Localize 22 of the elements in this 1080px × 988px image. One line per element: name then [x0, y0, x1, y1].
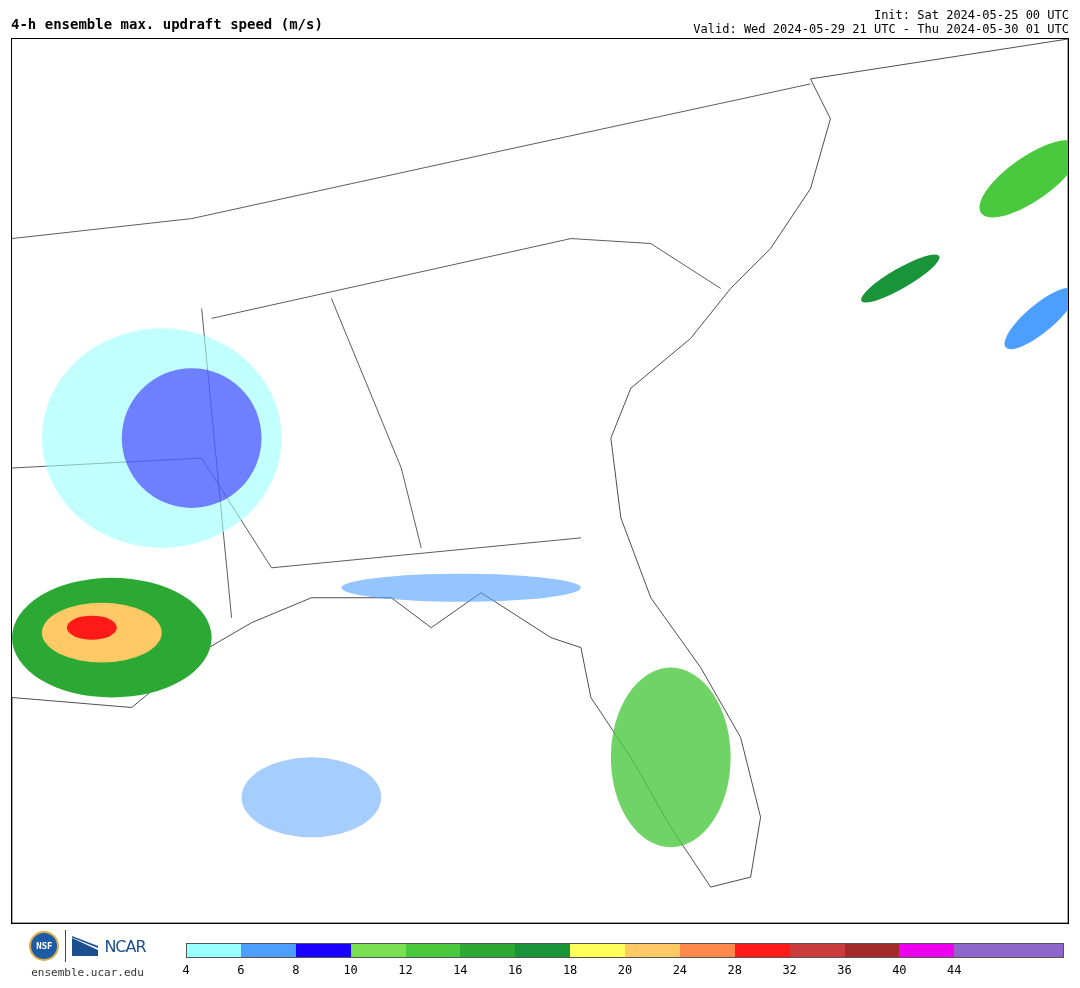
tick-label: 12: [398, 963, 413, 977]
tick-label: 6: [237, 963, 245, 977]
init-time: Init: Sat 2024-05-25 00 UTC: [873, 8, 1069, 22]
tick-label: 18: [562, 963, 578, 977]
tick-label: 4: [182, 963, 190, 977]
tick-label: 20: [617, 963, 633, 977]
tick-label: 24: [672, 963, 688, 977]
valid-time: Valid: Wed 2024-05-29 21 UTC - Thu 2024-05-30 01 UTC: [693, 22, 1069, 36]
tick-label: 44: [947, 963, 962, 977]
chart-title: 4-h ensemble max. updraft speed (m/s): [11, 16, 323, 34]
tick-label: 40: [892, 963, 907, 977]
ncar-logo: NCAR: [104, 936, 146, 956]
site-url: ensemble.ucar.edu: [31, 966, 144, 979]
tick-label: 8: [292, 963, 300, 977]
tick-label: 10: [343, 963, 358, 977]
tick-label: 16: [508, 963, 523, 977]
tick-label: 36: [837, 963, 852, 977]
tick-label: 14: [453, 963, 468, 977]
nsf-logo: NSF: [29, 931, 60, 961]
tick-label: 28: [727, 963, 742, 977]
tick-label: 32: [782, 963, 797, 977]
swoosh-icon: [72, 936, 99, 956]
